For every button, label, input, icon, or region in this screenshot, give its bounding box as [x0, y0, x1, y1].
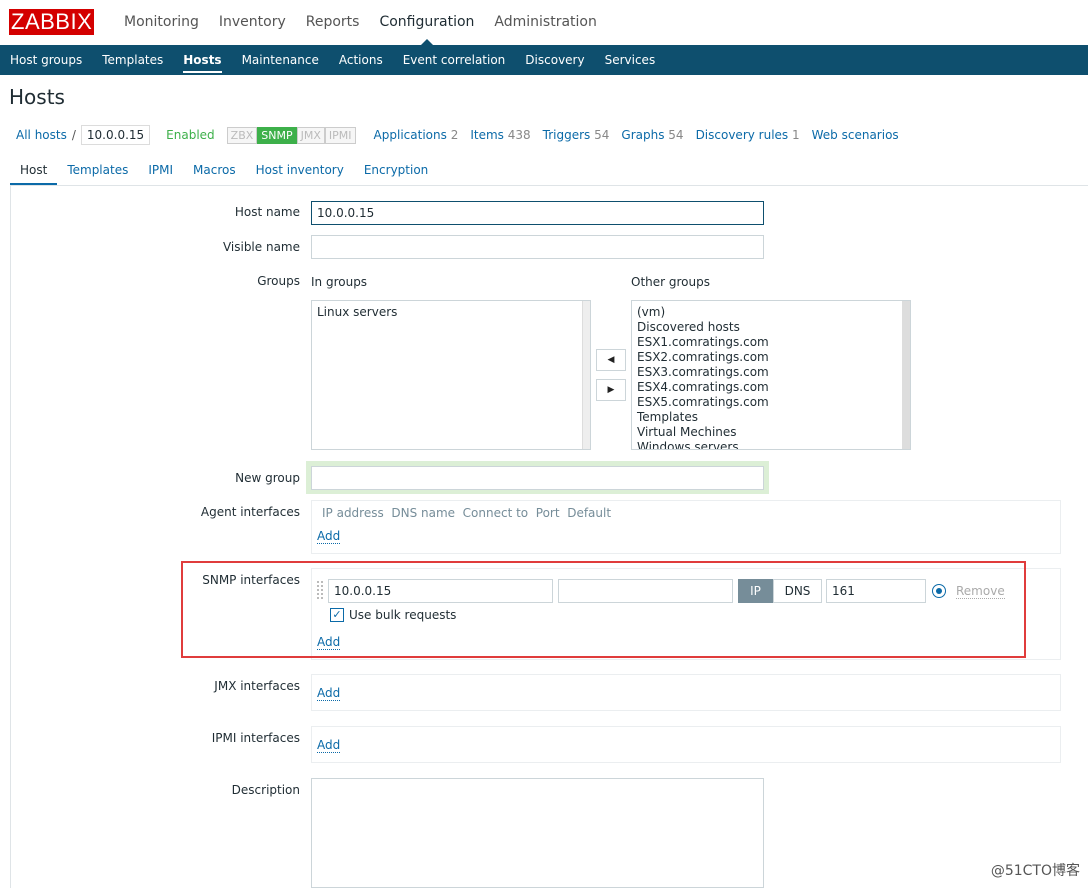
breadcrumb-all-hosts[interactable]: All hosts [16, 128, 67, 142]
host-name-label: Host name [234, 205, 300, 219]
badge-ipmi: IPMI [324, 126, 356, 144]
availability-badges: ZBX SNMP JMX IPMI [226, 126, 356, 144]
submenu-discovery[interactable]: Discovery [515, 45, 594, 75]
visible-name-input[interactable] [311, 235, 764, 259]
groups-label: Groups [257, 274, 300, 288]
move-right-button[interactable]: ▶ [596, 379, 626, 401]
new-group-label: New group [235, 471, 300, 485]
submenu-event-correlation[interactable]: Event correlation [393, 45, 516, 75]
ipmi-add-link[interactable]: Add [317, 738, 341, 753]
other-group-item[interactable]: Discovered hosts [637, 320, 905, 335]
breadcrumb-separator: / [71, 128, 76, 142]
submenu-hosts[interactable]: Hosts [173, 45, 231, 75]
in-groups-label: In groups [311, 275, 368, 289]
agent-interfaces-box: IP address DNS name Connect to Port Defa… [311, 500, 1061, 554]
other-group-item[interactable]: Windows servers [637, 440, 905, 449]
other-groups-scrollbar[interactable] [902, 301, 910, 449]
other-group-item[interactable]: ESX2.comratings.com [637, 350, 905, 365]
menu-inventory[interactable]: Inventory [209, 0, 296, 45]
host-form: Host name 10.0.0.15 Visible name Groups … [10, 186, 1088, 888]
link-items-count: 438 [507, 128, 531, 142]
zabbix-logo[interactable]: ZABBIX [9, 9, 95, 35]
move-left-button[interactable]: ◀ [596, 349, 626, 371]
other-groups-listbox[interactable]: (vm) Discovered hosts ESX1.comratings.co… [631, 300, 911, 450]
link-applications-count: 2 [450, 128, 459, 142]
badge-jmx: JMX [296, 126, 325, 144]
tab-host[interactable]: Host [10, 155, 58, 185]
host-navigation: All hosts / 10.0.0.15 Enabled ZBX SNMP J… [8, 124, 911, 146]
tab-macros[interactable]: Macros [183, 155, 246, 185]
submenu-maintenance[interactable]: Maintenance [232, 45, 329, 75]
submenu-templates[interactable]: Templates [92, 45, 173, 75]
description-label: Description [231, 783, 300, 797]
menu-configuration[interactable]: Configuration [369, 0, 484, 45]
link-web-scenarios-label: Web scenarios [811, 128, 899, 142]
host-name-input[interactable]: 10.0.0.15 [311, 201, 764, 225]
ipmi-interfaces-label: IPMI interfaces [211, 731, 300, 745]
jmx-interfaces-label: JMX interfaces [214, 679, 300, 693]
in-groups-scrollbar[interactable] [582, 301, 590, 449]
other-group-item[interactable]: Templates [637, 410, 905, 425]
tab-encryption[interactable]: Encryption [354, 155, 438, 185]
link-triggers-count: 54 [594, 128, 610, 142]
other-group-item[interactable]: ESX4.comratings.com [637, 380, 905, 395]
link-graphs-label: Graphs [621, 128, 665, 142]
jmx-interfaces-box: Add [311, 674, 1061, 711]
tab-ipmi[interactable]: IPMI [138, 155, 183, 185]
link-applications[interactable]: Applications 2 [374, 128, 459, 142]
description-textarea[interactable] [311, 778, 764, 888]
submenu-host-groups[interactable]: Host groups [0, 45, 92, 75]
snmp-highlight-box [181, 561, 1026, 658]
other-group-item[interactable]: ESX3.comratings.com [637, 365, 905, 380]
menu-administration[interactable]: Administration [484, 0, 606, 45]
other-group-item[interactable]: (vm) [637, 305, 905, 320]
badge-zbx: ZBX [226, 126, 258, 144]
top-bar: ZABBIX Monitoring Inventory Reports Conf… [0, 0, 1088, 45]
link-graphs-count: 54 [668, 128, 684, 142]
other-group-item[interactable]: ESX1.comratings.com [637, 335, 905, 350]
link-items-label: Items [470, 128, 504, 142]
status-enabled[interactable]: Enabled [166, 128, 215, 142]
submenu-services[interactable]: Services [595, 45, 666, 75]
visible-name-label: Visible name [222, 240, 300, 254]
badge-snmp: SNMP [257, 126, 297, 144]
link-triggers[interactable]: Triggers 54 [543, 128, 610, 142]
jmx-add-link[interactable]: Add [317, 686, 341, 701]
link-discovery-rules-count: 1 [792, 128, 800, 142]
in-group-item[interactable]: Linux servers [317, 305, 585, 320]
in-groups-listbox[interactable]: Linux servers [311, 300, 591, 450]
submenu-actions[interactable]: Actions [329, 45, 393, 75]
link-items[interactable]: Items 438 [470, 128, 530, 142]
ipmi-interfaces-box: Add [311, 726, 1061, 763]
host-tabs: Host Templates IPMI Macros Host inventor… [10, 155, 1088, 186]
watermark: @51CTO博客 [990, 863, 1080, 879]
agent-interfaces-label: Agent interfaces [200, 505, 300, 519]
page-title: Hosts [9, 85, 65, 109]
menu-reports[interactable]: Reports [296, 0, 370, 45]
other-group-item[interactable]: ESX5.comratings.com [637, 395, 905, 410]
other-groups-label: Other groups [631, 275, 710, 289]
sub-menu: Host groups Templates Hosts Maintenance … [0, 45, 1088, 75]
other-group-item[interactable]: Virtual Mechines [637, 425, 905, 440]
menu-monitoring[interactable]: Monitoring [114, 0, 209, 45]
link-discovery-rules[interactable]: Discovery rules 1 [696, 128, 800, 142]
breadcrumb-host: 10.0.0.15 [80, 125, 151, 145]
main-menu: Monitoring Inventory Reports Configurati… [114, 0, 607, 45]
agent-add-link[interactable]: Add [317, 529, 341, 544]
tab-templates[interactable]: Templates [57, 155, 138, 185]
agent-interface-headers: IP address DNS name Connect to Port Defa… [322, 506, 612, 520]
link-discovery-rules-label: Discovery rules [695, 128, 789, 142]
new-group-input[interactable] [311, 466, 764, 490]
link-applications-label: Applications [373, 128, 447, 142]
link-graphs[interactable]: Graphs 54 [621, 128, 683, 142]
link-triggers-label: Triggers [542, 128, 591, 142]
link-web-scenarios[interactable]: Web scenarios [812, 128, 899, 142]
tab-host-inventory[interactable]: Host inventory [246, 155, 354, 185]
